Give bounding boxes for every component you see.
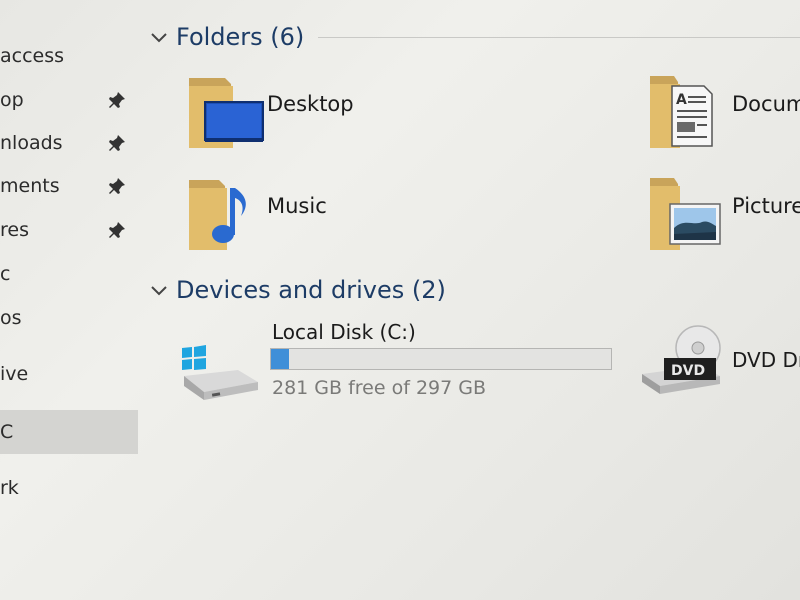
pictures-folder-icon — [650, 178, 721, 250]
drive-free-space: 281 GB free of 297 GB — [272, 377, 487, 399]
nav-item-label: res — [0, 219, 29, 241]
navigation-pane: access op nloads ments res c os ive C rk — [0, 0, 145, 600]
chevron-down-icon[interactable] — [148, 26, 170, 48]
drive-usage-bar — [270, 348, 612, 370]
nav-item-videos[interactable]: os — [0, 298, 138, 338]
nav-item-desktop[interactable]: op — [0, 80, 138, 120]
nav-item-pictures[interactable]: res — [0, 210, 138, 250]
folder-music[interactable]: Music — [185, 174, 425, 254]
drive-label: DVD Dr — [732, 348, 800, 372]
nav-item-music[interactable]: c — [0, 254, 138, 294]
desktop-folder-icon — [189, 78, 264, 148]
folder-label: Music — [267, 194, 327, 218]
pin-icon[interactable] — [108, 134, 126, 152]
nav-item-label: C — [0, 421, 14, 443]
file-explorer-window: access op nloads ments res c os ive C rk… — [0, 0, 800, 600]
nav-item-label: nloads — [0, 132, 63, 154]
dvd-badge: DVD — [671, 363, 705, 379]
nav-item-downloads[interactable]: nloads — [0, 123, 138, 163]
drive-label: Local Disk (C:) — [272, 320, 416, 344]
nav-item-label: ments — [0, 175, 60, 197]
section-title: Devices and drives (2) — [176, 276, 446, 304]
svg-text:A: A — [676, 92, 687, 108]
folder-label: Desktop — [267, 92, 354, 116]
nav-item-label: ive — [0, 363, 29, 385]
pin-icon[interactable] — [108, 221, 126, 239]
pin-icon[interactable] — [108, 177, 126, 195]
dvd-drive-icon: DVD — [642, 325, 721, 394]
nav-item-network[interactable]: rk — [0, 468, 138, 508]
section-title: Folders (6) — [176, 23, 305, 51]
nav-item-documents[interactable]: ments — [0, 166, 138, 206]
pin-icon[interactable] — [108, 91, 126, 109]
nav-item-label: c — [0, 263, 11, 285]
music-folder-icon — [189, 180, 246, 250]
folder-label: Picture — [732, 194, 800, 218]
devices-section-header[interactable]: Devices and drives (2) — [148, 273, 446, 307]
nav-item-label: op — [0, 89, 24, 111]
nav-item-label: os — [0, 307, 22, 329]
folder-pictures[interactable]: Picture — [650, 174, 800, 254]
folder-desktop[interactable]: Desktop — [185, 72, 425, 152]
nav-item-label: access — [0, 45, 65, 67]
folder-label: Docum — [732, 92, 800, 116]
documents-folder-icon: A — [650, 76, 713, 148]
folder-documents[interactable]: A Docum — [650, 72, 800, 152]
folders-section-header[interactable]: Folders (6) — [148, 20, 304, 54]
section-divider — [318, 37, 800, 38]
nav-item-quick-access[interactable]: access — [0, 36, 138, 76]
nav-item-this-pc[interactable]: C — [0, 410, 138, 454]
drive-usage-fill — [271, 349, 290, 369]
windows-drive-icon — [182, 345, 258, 400]
chevron-down-icon[interactable] — [148, 279, 170, 301]
nav-item-onedrive[interactable]: ive — [0, 354, 138, 394]
nav-item-label: rk — [0, 477, 19, 499]
